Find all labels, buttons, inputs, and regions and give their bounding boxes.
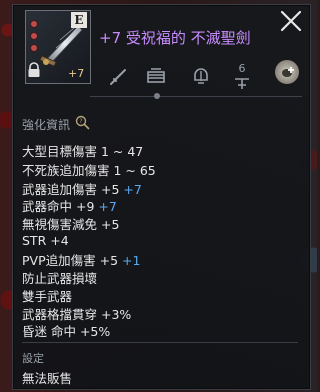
stat-line: 無視傷害減免 +5 [22,217,120,232]
gem-slot-2 [30,32,38,40]
stat-line: PVP追加傷害 +5 +1 [22,253,141,268]
add-socket-icon [282,67,294,77]
enchant-level: +7 [68,67,85,80]
stat-bonus: +7 [123,182,142,197]
header-separator [90,96,302,97]
helmet-icon [194,68,208,84]
settings-section-title: 設定 [22,352,44,365]
gem-slot-3 [30,44,38,52]
level-icon [235,78,249,89]
stat-line: 武器命中 +9 +7 [22,199,117,214]
stat-line: 不死族追加傷害 1 ~ 65 [22,163,156,178]
stat-bonus: +1 [122,253,141,268]
stat-line: 大型目標傷害 1 ~ 47 [22,144,144,159]
item-name: +7 受祝福的 不滅聖劍 [99,29,251,47]
stat-line: 昏迷 命中 +5% [22,324,111,339]
stat-line: 防止武器損壞 [22,271,98,286]
section-divider [22,342,298,343]
separator-dot [154,93,160,99]
sword-class-icon [110,69,126,85]
stat-bonus: +7 [98,199,117,214]
svg-text:?: ? [79,118,82,125]
magnify-info-icon[interactable]: ? [75,115,90,130]
enhance-section-title: 強化資訊 [22,118,71,132]
lock-icon [28,62,40,77]
grade-badge: E [71,12,87,28]
not-for-sale-label: 無法販售 [22,371,73,386]
stat-line: STR +4 [22,233,69,248]
stat-line: 雙手武器 [22,289,73,304]
gem-slot-1 [30,20,38,28]
storage-chest-icon [147,68,165,83]
close-icon[interactable] [279,9,303,33]
